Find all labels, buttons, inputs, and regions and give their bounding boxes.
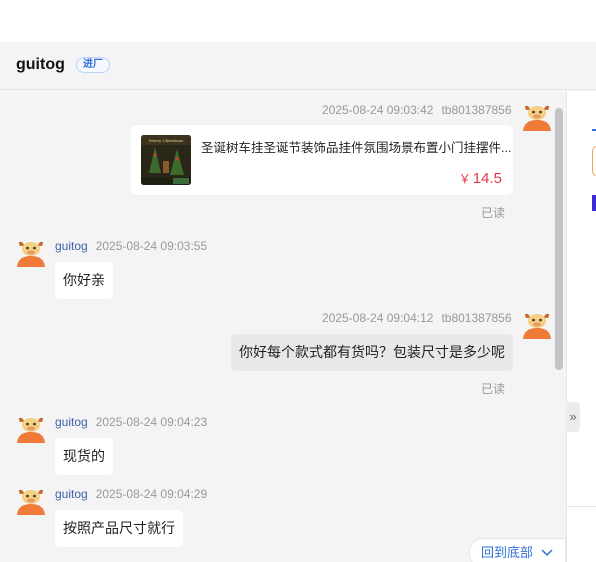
chevron-down-icon [541, 549, 553, 557]
message-meta: guitog 2025-08-24 09:03:55 [55, 239, 207, 253]
product-price: ￥ 14.5 [459, 170, 502, 187]
message-time: 2025-08-24 09:03:42 [322, 103, 434, 117]
message-time: 2025-08-24 09:03:55 [95, 239, 208, 253]
message-meta: 2025-08-24 09:04:12 tb801387856 [322, 311, 512, 325]
price-value: 14.5 [472, 170, 502, 187]
cow-avatar-icon[interactable] [16, 238, 46, 268]
cow-avatar-icon[interactable] [16, 486, 46, 516]
message-bubble[interactable]: 你好每个款式都有货吗？包装尺寸是多少呢 [231, 334, 513, 371]
cow-avatar-icon[interactable] [522, 310, 552, 340]
read-receipt: 已读 [481, 206, 506, 220]
message-bubble[interactable]: 按照产品尺寸就行 [55, 510, 183, 547]
side-panel [566, 91, 596, 562]
message-meta: guitog 2025-08-24 09:04:23 [55, 415, 207, 429]
chat-header: guitog 进厂 [0, 42, 596, 90]
product-title[interactable]: 圣诞树车挂圣诞节装饰品挂件氛围场景布置小门挂摆件... [201, 137, 511, 156]
product-thumbnail: Merry Christmas [141, 135, 191, 185]
message-time: 2025-08-24 09:04:23 [95, 415, 208, 429]
top-strip [0, 0, 596, 42]
message-nick: guitog [55, 487, 88, 501]
message-bubble[interactable]: 现货的 [55, 438, 113, 475]
message-meta: guitog 2025-08-24 09:04:29 [55, 487, 207, 501]
message-time: 2025-08-24 09:04:29 [95, 487, 208, 501]
side-panel-divider [567, 506, 596, 507]
message-meta: 2025-08-24 09:03:42 tb801387856 [322, 103, 512, 117]
collapse-panel-button[interactable]: » [566, 402, 580, 432]
product-card[interactable]: Merry Christmas 圣诞树车挂圣诞节装饰品挂件氛围场景布置小门挂摆件… [131, 125, 513, 195]
scrollbar-thumb[interactable] [555, 108, 563, 370]
double-chevron-right-icon: » [569, 409, 577, 424]
contact-name: guitog [16, 56, 65, 73]
back-to-bottom-label: 回到底部 [481, 545, 534, 560]
thumbnail-caption: Merry Christmas [149, 138, 184, 143]
message-nick: guitog [55, 415, 88, 429]
back-to-bottom-button[interactable]: 回到底部 [469, 538, 566, 562]
message-nick: guitog [55, 239, 88, 253]
message-sender: tb801387856 [441, 103, 512, 117]
cow-avatar-icon[interactable] [16, 414, 46, 444]
contact-badge[interactable]: 进厂 [76, 57, 110, 73]
message-bubble[interactable]: 你好亲 [55, 262, 113, 299]
side-tab-indicator [592, 129, 596, 131]
message-sender: tb801387856 [441, 311, 512, 325]
message-time: 2025-08-24 09:04:12 [322, 311, 434, 325]
cow-avatar-icon[interactable] [522, 102, 552, 132]
chat-window: guitog 进厂 2025-08-24 09:03:42 tb801387856… [0, 0, 596, 562]
read-receipt: 已读 [481, 382, 506, 396]
side-panel-button[interactable] [592, 146, 596, 176]
price-symbol: ￥ [458, 172, 471, 186]
side-panel-icon[interactable] [592, 195, 596, 211]
